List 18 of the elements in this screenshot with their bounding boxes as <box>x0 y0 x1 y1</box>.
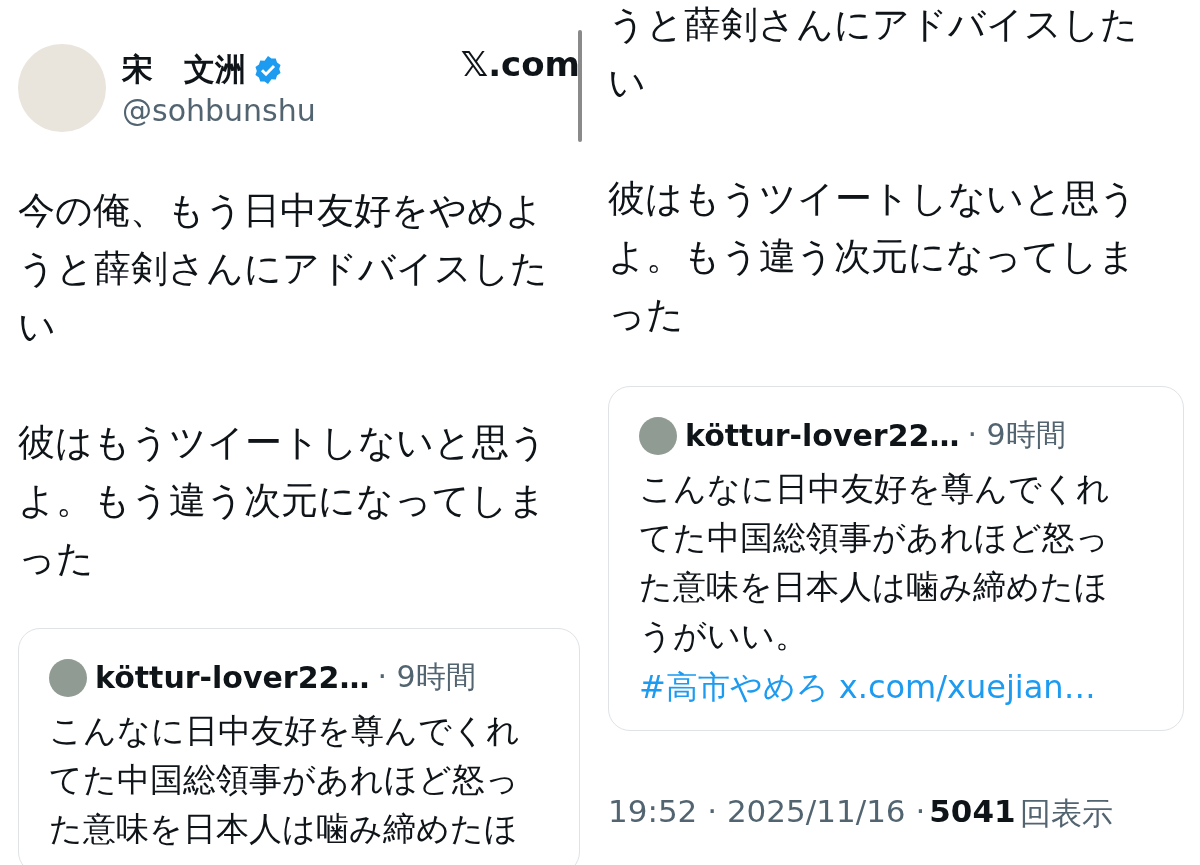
quoted-time: · 9時間 <box>377 658 476 696</box>
quoted-author-name: köttur-lover22… <box>95 660 370 695</box>
tweet-text: 今の俺、もう日中友好をやめよ うと薛剣さんにアドバイスした い <box>18 188 549 350</box>
views-label: 回表示 <box>1019 794 1113 833</box>
quoted-author-name: köttur-lover22… <box>685 418 960 453</box>
tweet-text: 彼はもうツイートしないと思う よ。もう違う次元になってしま った <box>18 420 548 582</box>
avatar-icon <box>49 658 87 697</box>
quoted-time: · 9時間 <box>967 416 1066 454</box>
post-timestamp: 19:52 · 2025/11/16 · <box>608 793 926 831</box>
author-name: 宋 文洲 <box>122 49 246 89</box>
tweet-text: 彼はもうツイートしないと思う よ。もう違う次元になってしま った <box>608 176 1138 338</box>
quoted-tweet-text: こんなに日中友好を尊んでくれ てた中国総領事があれほど怒っ た意味を日本人は噛み締めたほ <box>49 710 521 850</box>
avatar-icon <box>639 416 677 455</box>
source-label: 𝕏.com <box>460 44 580 84</box>
view-count: 5041 <box>929 793 1016 831</box>
author-handle: @sohbunshu <box>122 92 317 128</box>
tweet-text: うと薛剣さんにアドバイスした い <box>608 2 1139 106</box>
quoted-tweet-text: こんなに日中友好を尊んでくれ てた中国総領事があれほど怒っ た意味を日本人は噛み締めたほ うがいい。 <box>639 468 1111 657</box>
